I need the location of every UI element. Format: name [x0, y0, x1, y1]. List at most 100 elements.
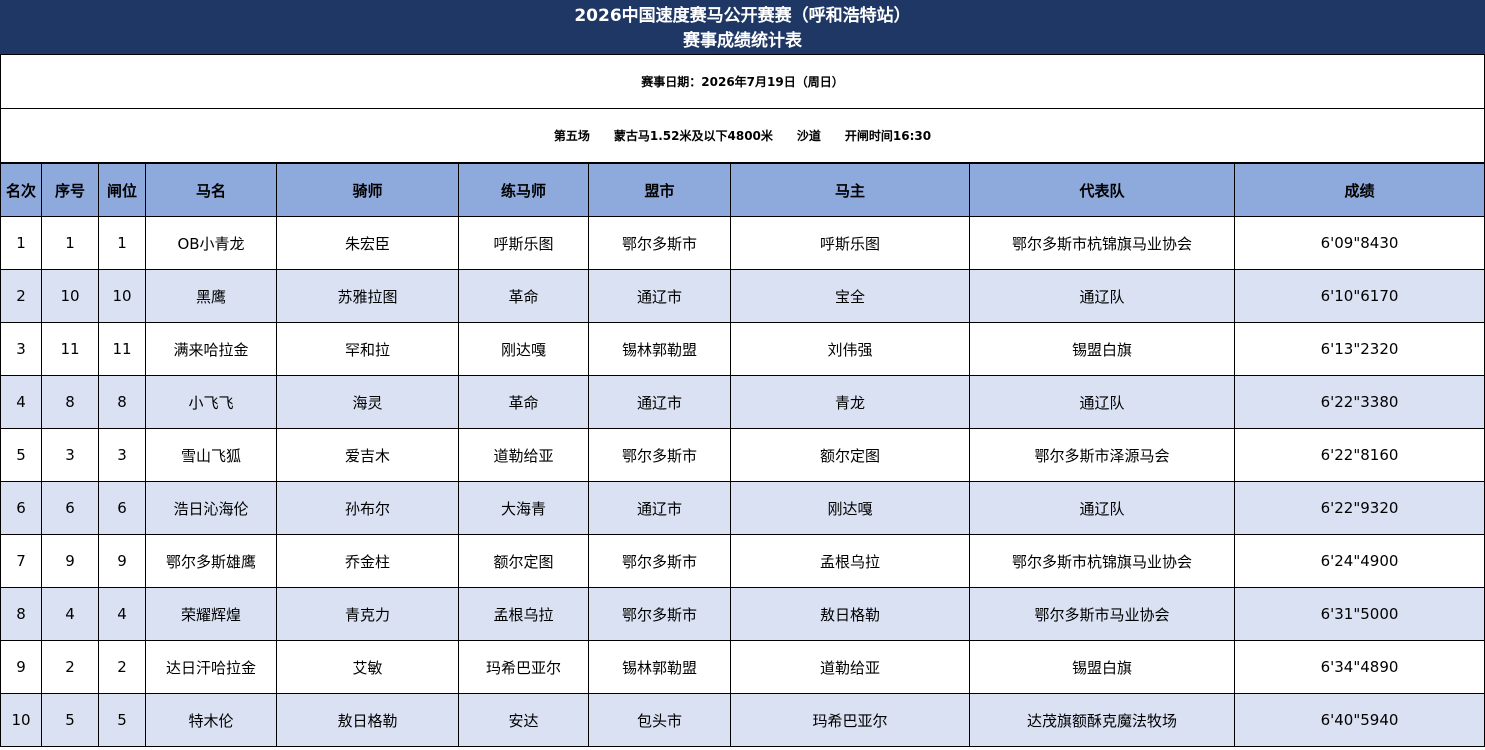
cell-gate: 10 — [98, 269, 146, 323]
col-header-result: 成绩 — [1234, 163, 1485, 217]
col-header-trainer: 练马师 — [458, 163, 589, 217]
cell-number: 10 — [41, 269, 99, 323]
cell-team: 通辽队 — [969, 375, 1235, 429]
cell-gate: 2 — [98, 640, 146, 694]
table-row: 4 8 8 小飞飞 海灵 革命 通辽市 青龙 通辽队 6'22"3380 — [0, 375, 1485, 429]
cell-jockey: 艾敏 — [276, 640, 459, 694]
cell-owner: 孟根乌拉 — [730, 534, 970, 588]
cell-team: 达茂旗额酥克魔法牧场 — [969, 693, 1235, 747]
cell-city: 包头市 — [588, 693, 731, 747]
cell-horse: 满来哈拉金 — [145, 322, 277, 376]
cell-horse: 雪山飞狐 — [145, 428, 277, 482]
cell-city: 鄂尔多斯市 — [588, 534, 731, 588]
table-row: 1 1 1 OB小青龙 朱宏臣 呼斯乐图 鄂尔多斯市 呼斯乐图 鄂尔多斯市杭锦旗马业协会 6'09… — [0, 216, 1485, 270]
cell-team: 通辽队 — [969, 481, 1235, 535]
cell-owner: 敖日格勒 — [730, 587, 970, 641]
cell-city: 锡林郭勒盟 — [588, 322, 731, 376]
cell-gate: 5 — [98, 693, 146, 747]
cell-trainer: 刚达嘎 — [458, 322, 589, 376]
cell-rank: 6 — [0, 481, 42, 535]
cell-jockey: 敖日格勒 — [276, 693, 459, 747]
cell-team: 锡盟白旗 — [969, 322, 1235, 376]
cell-number: 8 — [41, 375, 99, 429]
cell-trainer: 玛希巴亚尔 — [458, 640, 589, 694]
cell-team: 鄂尔多斯市马业协会 — [969, 587, 1235, 641]
table-row: 2 10 10 黑鹰 苏雅拉图 革命 通辽市 宝全 通辽队 6'10"6170 — [0, 269, 1485, 323]
header-row: 名次 序号 闸位 马名 骑师 练马师 盟市 马主 代表队 成绩 — [0, 163, 1485, 217]
cell-horse: 浩日沁海伦 — [145, 481, 277, 535]
cell-owner: 呼斯乐图 — [730, 216, 970, 270]
cell-number: 5 — [41, 693, 99, 747]
cell-owner: 道勒给亚 — [730, 640, 970, 694]
cell-trainer: 呼斯乐图 — [458, 216, 589, 270]
cell-number: 1 — [41, 216, 99, 270]
cell-horse: 鄂尔多斯雄鹰 — [145, 534, 277, 588]
cell-result: 6'24"4900 — [1234, 534, 1485, 588]
cell-gate: 9 — [98, 534, 146, 588]
col-header-gate: 闸位 — [98, 163, 146, 217]
cell-city: 通辽市 — [588, 269, 731, 323]
race-info: 第五场 蒙古马1.52米及以下4800米 沙道 开闸时间16:30 — [553, 129, 932, 143]
cell-gate: 11 — [98, 322, 146, 376]
cell-result: 6'10"6170 — [1234, 269, 1485, 323]
results-sheet: 2026中国速度赛马公开赛赛（呼和浩特站） 赛事成绩统计表 赛事日期：2026年… — [0, 0, 1485, 750]
cell-trainer: 孟根乌拉 — [458, 587, 589, 641]
cell-horse: 达日汗哈拉金 — [145, 640, 277, 694]
cell-number: 3 — [41, 428, 99, 482]
cell-number: 2 — [41, 640, 99, 694]
cell-city: 鄂尔多斯市 — [588, 216, 731, 270]
cell-rank: 3 — [0, 322, 42, 376]
cell-city: 鄂尔多斯市 — [588, 587, 731, 641]
cell-owner: 刚达嘎 — [730, 481, 970, 535]
cell-jockey: 青克力 — [276, 587, 459, 641]
cell-gate: 6 — [98, 481, 146, 535]
table-row: 8 4 4 荣耀辉煌 青克力 孟根乌拉 鄂尔多斯市 敖日格勒 鄂尔多斯市马业协会 6'31"500… — [0, 587, 1485, 641]
cell-trainer: 道勒给亚 — [458, 428, 589, 482]
cell-city: 通辽市 — [588, 375, 731, 429]
cell-number: 4 — [41, 587, 99, 641]
result-rows: 1 1 1 OB小青龙 朱宏臣 呼斯乐图 鄂尔多斯市 呼斯乐图 鄂尔多斯市杭锦旗马业协会 6'09… — [0, 216, 1485, 747]
race-band: 第五场 蒙古马1.52米及以下4800米 沙道 开闸时间16:30 — [0, 109, 1485, 163]
cell-team: 鄂尔多斯市杭锦旗马业协会 — [969, 216, 1235, 270]
cell-gate: 8 — [98, 375, 146, 429]
date-band: 赛事日期：2026年7月19日（周日） — [0, 55, 1485, 109]
cell-result: 6'31"5000 — [1234, 587, 1485, 641]
table-row: 3 11 11 满来哈拉金 罕和拉 刚达嘎 锡林郭勒盟 刘伟强 锡盟白旗 6'13"2320 — [0, 322, 1485, 376]
cell-trainer: 额尔定图 — [458, 534, 589, 588]
race-date: 赛事日期：2026年7月19日（周日） — [641, 75, 844, 89]
cell-jockey: 孙布尔 — [276, 481, 459, 535]
cell-jockey: 苏雅拉图 — [276, 269, 459, 323]
cell-gate: 1 — [98, 216, 146, 270]
table-row: 5 3 3 雪山飞狐 爱吉木 道勒给亚 鄂尔多斯市 额尔定图 鄂尔多斯市泽源马会 6'22"816… — [0, 428, 1485, 482]
cell-number: 9 — [41, 534, 99, 588]
cell-owner: 宝全 — [730, 269, 970, 323]
cell-gate: 3 — [98, 428, 146, 482]
col-header-rank: 名次 — [0, 163, 42, 217]
cell-jockey: 罕和拉 — [276, 322, 459, 376]
cell-result: 6'40"5940 — [1234, 693, 1485, 747]
cell-rank: 5 — [0, 428, 42, 482]
cell-horse: OB小青龙 — [145, 216, 277, 270]
cell-result: 6'22"9320 — [1234, 481, 1485, 535]
cell-rank: 9 — [0, 640, 42, 694]
cell-horse: 荣耀辉煌 — [145, 587, 277, 641]
cell-jockey: 朱宏臣 — [276, 216, 459, 270]
col-header-horse: 马名 — [145, 163, 277, 217]
event-title: 2026中国速度赛马公开赛赛（呼和浩特站） — [574, 6, 911, 26]
cell-rank: 2 — [0, 269, 42, 323]
cell-jockey: 海灵 — [276, 375, 459, 429]
title-band: 2026中国速度赛马公开赛赛（呼和浩特站） 赛事成绩统计表 — [0, 0, 1485, 55]
table-row: 10 5 5 特木伦 敖日格勒 安达 包头市 玛希巴亚尔 达茂旗额酥克魔法牧场 6'40"5940 — [0, 693, 1485, 747]
cell-city: 锡林郭勒盟 — [588, 640, 731, 694]
cell-rank: 10 — [0, 693, 42, 747]
cell-owner: 刘伟强 — [730, 322, 970, 376]
cell-team: 鄂尔多斯市杭锦旗马业协会 — [969, 534, 1235, 588]
cell-trainer: 革命 — [458, 269, 589, 323]
col-header-team: 代表队 — [969, 163, 1235, 217]
cell-horse: 特木伦 — [145, 693, 277, 747]
cell-horse: 黑鹰 — [145, 269, 277, 323]
cell-team: 锡盟白旗 — [969, 640, 1235, 694]
cell-horse: 小飞飞 — [145, 375, 277, 429]
cell-team: 通辽队 — [969, 269, 1235, 323]
table-row: 6 6 6 浩日沁海伦 孙布尔 大海青 通辽市 刚达嘎 通辽队 6'22"9320 — [0, 481, 1485, 535]
